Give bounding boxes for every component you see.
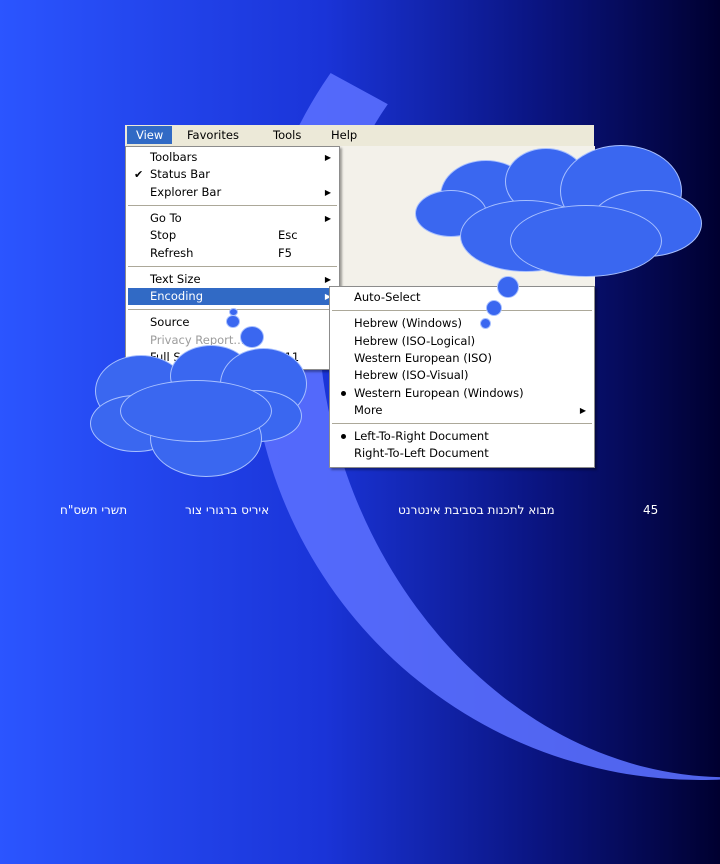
view-dropdown: Toolbars ▶ Status Bar ✔ Explorer Bar ▶ Go To ▶ S… <box>125 146 340 370</box>
menu-item-more[interactable]: More ▶ <box>332 402 592 419</box>
menu-item-label: Refresh <box>150 245 194 260</box>
menu-item-label: Western European (ISO) <box>354 350 492 365</box>
menu-item-label: Hebrew (ISO-Visual) <box>354 368 469 383</box>
submenu-arrow-icon: ▶ <box>579 405 586 415</box>
menu-separator <box>332 423 592 425</box>
menu-item-toolbars[interactable]: Toolbars ▶ <box>128 149 337 166</box>
menu-separator <box>128 265 337 267</box>
menu-item-label: Left-To-Right Document <box>354 429 489 444</box>
menu-item-label: Toolbars <box>150 150 198 164</box>
submenu-arrow-icon: ▶ <box>324 153 331 162</box>
menu-item-label: Privacy Report... <box>150 332 245 347</box>
radio-dot-icon <box>341 390 346 396</box>
menu-item-hebrew-iso-logical[interactable]: Hebrew (ISO-Logical) <box>332 333 592 350</box>
menu-item-label: Source <box>150 315 190 330</box>
submenu-arrow-icon: ▶ <box>324 187 331 197</box>
menu-item-label: Status Bar <box>150 167 210 182</box>
menu-help[interactable]: Help <box>331 128 357 142</box>
menu-item-refresh[interactable]: Refresh F5 <box>128 245 337 262</box>
menu-item-label: Go To <box>150 210 182 225</box>
encoding-submenu: Auto-Select Hebrew (Windows) Hebrew (ISO-L… <box>329 286 595 468</box>
menu-item-label: Hebrew (ISO-Logical) <box>354 333 476 348</box>
menu-item-label: Right-To-Left Document <box>354 446 489 461</box>
menu-favorites[interactable]: Favorites <box>187 128 239 142</box>
menu-item-label: Stop <box>150 228 177 243</box>
menu-tools[interactable]: Tools <box>273 128 301 142</box>
menu-bar: View Favorites Tools Help <box>125 125 594 147</box>
menu-item-stop[interactable]: Stop Esc <box>128 227 337 244</box>
menu-item-go-to[interactable]: Go To ▶ <box>128 210 337 227</box>
footer-course: מבוא לתכנות בסביבת אינטרנט <box>398 503 555 517</box>
menu-item-privacy-report[interactable]: Privacy Report... <box>128 332 337 349</box>
submenu-arrow-icon: ▶ <box>324 213 331 223</box>
menu-item-text-size[interactable]: Text Size ▶ <box>128 271 337 288</box>
menu-item-label: Western European (Windows) <box>354 385 524 400</box>
menu-separator <box>128 204 337 206</box>
menu-item-encoding[interactable]: Encoding ▶ <box>128 288 337 306</box>
menu-item-label: Explorer Bar <box>150 184 222 199</box>
menu-item-explorer-bar[interactable]: Explorer Bar ▶ <box>128 184 337 201</box>
shortcut-label: Esc <box>278 228 298 243</box>
menu-item-hebrew-iso-visual[interactable]: Hebrew (ISO-Visual) <box>332 367 592 384</box>
menu-item-hebrew-windows[interactable]: Hebrew (Windows) <box>332 315 592 332</box>
checkmark-icon: ✔ <box>134 168 144 182</box>
menu-item-right-to-left-document[interactable]: Right-To-Left Document <box>332 445 592 462</box>
radio-dot-icon <box>341 434 346 440</box>
footer-date: תשרי תשס"ח <box>60 503 128 517</box>
menu-separator <box>332 310 592 312</box>
shortcut-label: F5 <box>278 245 292 260</box>
menu-item-label: Encoding <box>150 289 203 304</box>
menu-item-western-european-iso[interactable]: Western European (ISO) <box>332 350 592 367</box>
page-number: 45 <box>643 503 659 517</box>
menu-item-label: Text Size <box>150 271 201 286</box>
menu-item-status-bar[interactable]: Status Bar ✔ <box>128 166 337 183</box>
menu-item-label: Auto-Select <box>354 290 421 304</box>
menu-item-label: Hebrew (Windows) <box>354 316 462 331</box>
footer-author: איריס ברגורי צור <box>185 503 270 517</box>
menu-item-left-to-right-document[interactable]: Left-To-Right Document <box>332 428 592 445</box>
menu-view[interactable]: View <box>127 126 173 144</box>
menu-item-auto-select[interactable]: Auto-Select <box>332 289 592 306</box>
menu-item-label: More <box>354 402 383 417</box>
menu-item-western-european-windows[interactable]: Western European (Windows) <box>332 385 592 402</box>
